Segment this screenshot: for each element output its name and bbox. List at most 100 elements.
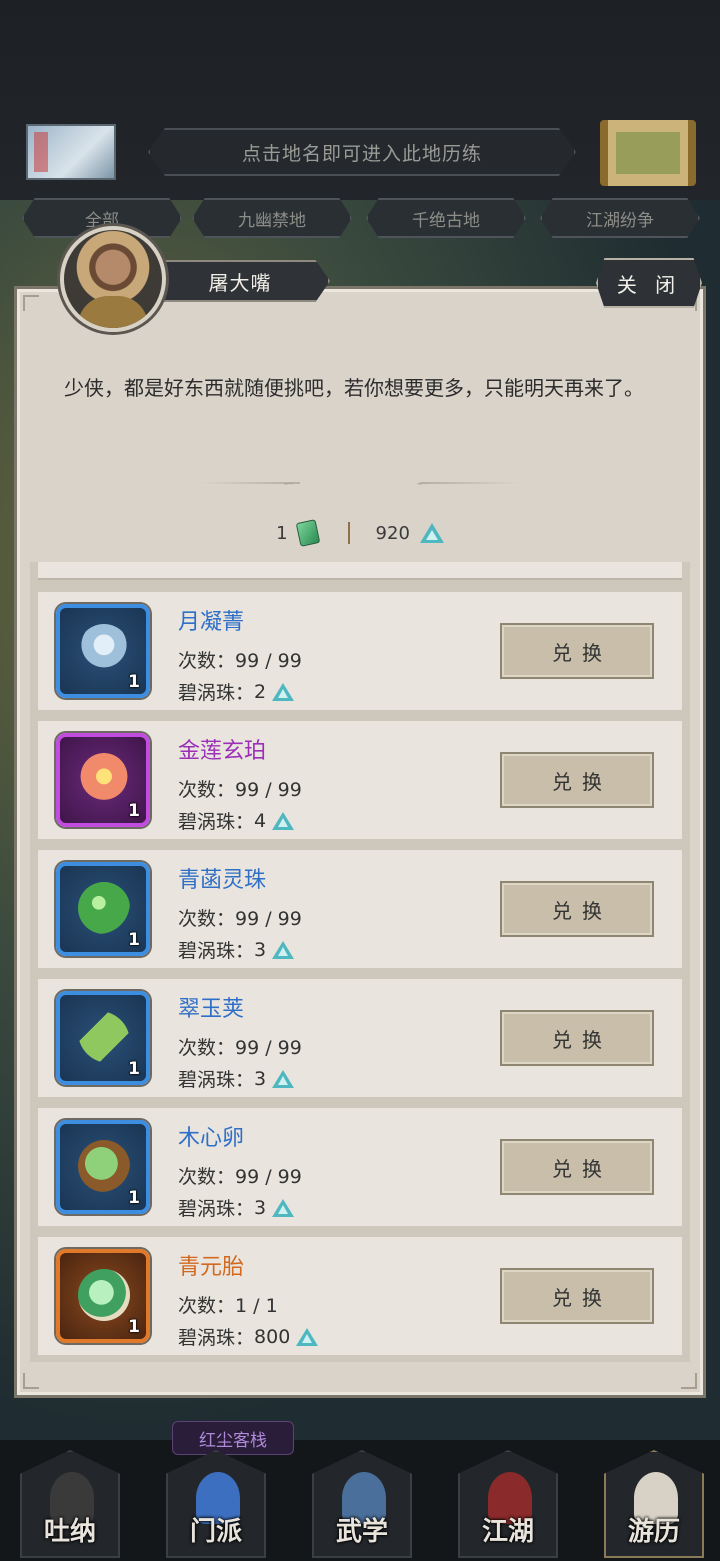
item-cost-line: 碧涡珠： 4	[178, 807, 295, 834]
cost-value: 4	[254, 809, 267, 832]
npc-message: 少侠，都是好东西就随便挑吧，若你想要更多，只能明天再来了。	[64, 376, 644, 400]
item-count-line: 次数：99 / 99	[178, 1033, 302, 1060]
count-value: 99 / 99	[235, 650, 302, 672]
close-button[interactable]: 关 闭	[596, 258, 702, 308]
pearl-icon	[272, 1069, 295, 1088]
exchange-item: 1 青元胎 次数：1 / 1 碧涡珠： 800 兑换	[38, 1237, 682, 1355]
item-quantity: 1	[128, 930, 140, 950]
nav-label: 门派	[189, 1517, 242, 1547]
cost-label: 碧涡珠：	[178, 1069, 255, 1091]
item-name: 青元胎	[178, 1255, 245, 1280]
exchange-item: 1 月凝菁 次数：99 / 99 碧涡珠： 2 兑换	[38, 592, 682, 710]
region-map-icon[interactable]	[26, 124, 116, 180]
pearl-icon	[272, 811, 295, 830]
exchange-button[interactable]: 兑换	[500, 1139, 654, 1195]
scroll-map-icon[interactable]	[600, 120, 696, 186]
silver-leaf-herb-icon	[78, 624, 130, 676]
exchange-list[interactable]: 1 月凝菁 次数：99 / 99 碧涡珠： 2 兑换 1 金莲玄珀 次数：99 /…	[30, 562, 690, 1362]
count-value: 99 / 99	[235, 1037, 302, 1059]
green-embryo-icon	[78, 1269, 130, 1321]
tab-jianghu[interactable]: 江湖纷争	[540, 198, 700, 238]
count-label: 次数：	[178, 1037, 236, 1059]
item-name: 金莲玄珀	[178, 739, 267, 764]
cost-value: 3	[254, 938, 267, 961]
exchange-label: 兑换	[552, 640, 612, 665]
pearl-icon	[272, 682, 295, 701]
exchange-button[interactable]: 兑换	[500, 1010, 654, 1066]
exchange-button[interactable]: 兑换	[500, 1268, 654, 1324]
nav-label: 吐纳	[43, 1517, 96, 1547]
cost-value: 800	[254, 1325, 291, 1348]
cost-value: 3	[254, 1067, 267, 1090]
tab-qianjue[interactable]: 千绝古地	[366, 198, 526, 238]
exchange-label: 兑换	[552, 1027, 612, 1052]
item-icon-frame[interactable]: 1	[56, 604, 150, 698]
exchange-item: 1 青菡灵珠 次数：99 / 99 碧涡珠： 3 兑换	[38, 850, 682, 968]
item-name: 月凝菁	[178, 610, 245, 635]
exchange-button[interactable]: 兑换	[500, 752, 654, 808]
map-hint-text: 点击地名即可进入此地历练	[241, 142, 482, 165]
map-hint-bar: 点击地名即可进入此地历练	[148, 128, 576, 176]
cost-label: 碧涡珠：	[178, 940, 255, 962]
count-value: 99 / 99	[235, 908, 302, 930]
jade-count: 1	[276, 522, 288, 544]
item-cost-line: 碧涡珠： 3	[178, 936, 295, 963]
npc-name: 屠大嘴	[208, 270, 272, 295]
item-icon-frame[interactable]: 1	[56, 862, 150, 956]
item-icon-frame[interactable]: 1	[56, 1249, 150, 1343]
item-cost-line: 碧涡珠： 800	[178, 1323, 319, 1350]
pearl-icon	[272, 940, 295, 959]
cost-label: 碧涡珠：	[178, 682, 255, 704]
count-label: 次数：	[178, 779, 236, 801]
corner-ornament	[23, 1373, 39, 1389]
item-count-line: 次数：1 / 1	[178, 1291, 278, 1318]
currency-row: 1 920	[0, 516, 720, 550]
count-label: 次数：	[178, 908, 236, 930]
tab-label: 江湖纷争	[586, 210, 654, 231]
green-orb-icon	[78, 882, 130, 934]
tab-jiuyou[interactable]: 九幽禁地	[192, 198, 352, 238]
item-quantity: 1	[128, 1188, 140, 1208]
item-cost-line: 碧涡珠： 3	[178, 1065, 295, 1092]
item-icon-frame[interactable]: 1	[56, 991, 150, 1085]
item-cost-line: 碧涡珠： 3	[178, 1194, 295, 1221]
exchange-button[interactable]: 兑换	[500, 623, 654, 679]
pearl-icon	[419, 523, 444, 543]
item-quantity: 1	[128, 1059, 140, 1079]
item-quantity: 1	[128, 672, 140, 692]
count-value: 1 / 1	[235, 1295, 278, 1317]
corner-ornament	[681, 1373, 697, 1389]
location-label[interactable]: 红尘客栈	[172, 1421, 294, 1455]
pearl-icon	[272, 1198, 295, 1217]
item-quantity: 1	[128, 801, 140, 821]
close-label: 关 闭	[616, 272, 682, 297]
count-label: 次数：	[178, 1295, 236, 1317]
nav-label: 江湖	[481, 1517, 534, 1547]
currency-separator	[347, 522, 350, 544]
npc-name-plate: 屠大嘴	[150, 260, 330, 302]
count-label: 次数：	[178, 650, 236, 672]
exchange-item: 1 金莲玄珀 次数：99 / 99 碧涡珠： 4 兑换	[38, 721, 682, 839]
item-cost-line: 碧涡珠： 2	[178, 678, 295, 705]
count-value: 99 / 99	[235, 779, 302, 801]
exchange-item: 1 木心卵 次数：99 / 99 碧涡珠： 3 兑换	[38, 1108, 682, 1226]
cost-label: 碧涡珠：	[178, 1198, 255, 1220]
cost-value: 3	[254, 1196, 267, 1219]
divider-ornament: ∽	[282, 476, 294, 492]
item-icon-frame[interactable]: 1	[56, 733, 150, 827]
nav-label: 武学	[335, 1517, 388, 1547]
count-value: 99 / 99	[235, 1166, 302, 1188]
exchange-item: 1 翠玉荚 次数：99 / 99 碧涡珠： 3 兑换	[38, 979, 682, 1097]
exchange-button[interactable]: 兑换	[500, 881, 654, 937]
item-quantity: 1	[128, 1317, 140, 1337]
item-count-line: 次数：99 / 99	[178, 646, 302, 673]
cost-value: 2	[254, 680, 267, 703]
exchange-label: 兑换	[552, 898, 612, 923]
divider-ornament: ∽	[416, 476, 428, 492]
item-count-line: 次数：99 / 99	[178, 904, 302, 931]
nav-label: 游历	[627, 1517, 680, 1547]
item-name: 青菡灵珠	[178, 868, 267, 893]
exchange-label: 兑换	[552, 1285, 612, 1310]
item-icon-frame[interactable]: 1	[56, 1120, 150, 1214]
tab-label: 千绝古地	[412, 210, 480, 231]
